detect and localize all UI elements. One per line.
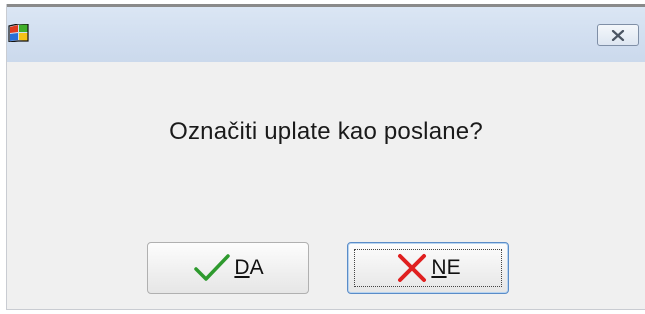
close-icon bbox=[611, 29, 625, 41]
yes-button[interactable]: DA bbox=[147, 242, 309, 294]
checkmark-icon bbox=[194, 254, 231, 281]
yes-mnemonic: D bbox=[234, 256, 250, 279]
yes-button-label: DA bbox=[234, 256, 263, 280]
no-button-label: NE bbox=[431, 256, 460, 280]
no-label-rest: E bbox=[446, 256, 461, 279]
windows-flag-icon bbox=[8, 24, 29, 42]
dialog-window: Označiti uplate kao poslane? DA NE bbox=[6, 4, 645, 310]
no-button[interactable]: NE bbox=[347, 242, 509, 294]
dialog-message: Označiti uplate kao poslane? bbox=[169, 118, 483, 145]
cross-icon bbox=[398, 254, 427, 282]
close-button[interactable] bbox=[597, 24, 639, 46]
title-bar[interactable] bbox=[7, 4, 645, 62]
yes-label-rest: A bbox=[249, 256, 264, 279]
no-mnemonic: N bbox=[431, 256, 447, 279]
